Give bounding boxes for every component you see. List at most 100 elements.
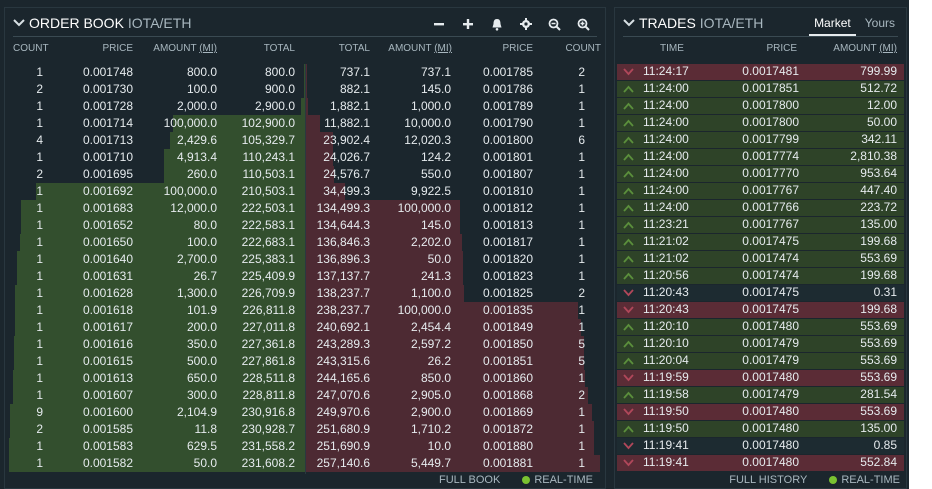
ask-total: 882.1 bbox=[339, 82, 370, 96]
col-trade-amount-label: AMOUNT bbox=[833, 43, 877, 54]
col-ask-total[interactable]: TOTAL bbox=[330, 43, 370, 54]
trade-row[interactable]: 11:20:10 0.0017479 553.69 bbox=[617, 336, 904, 352]
trade-row[interactable]: 11:19:50 0.0017480 553.69 bbox=[617, 404, 904, 420]
col-trade-amount-unit[interactable]: (MI) bbox=[879, 43, 897, 54]
bid-amount: 100,000.0 bbox=[163, 184, 217, 198]
trade-amount: 2,810.38 bbox=[850, 149, 897, 163]
trades-title[interactable]: TRADES IOTA/ETH bbox=[622, 15, 763, 31]
plus-icon[interactable] bbox=[458, 15, 477, 33]
ask-amount: 2,202.0 bbox=[410, 235, 451, 249]
trade-amount: 342.11 bbox=[861, 132, 897, 146]
trade-row[interactable]: 11:19:59 0.0017480 553.69 bbox=[617, 370, 904, 386]
col-count[interactable]: COUNT bbox=[13, 43, 49, 54]
bid-amount: 11.8 bbox=[194, 422, 217, 436]
trade-row[interactable]: 11:21:02 0.0017474 553.69 bbox=[617, 251, 904, 267]
chevron-up-icon bbox=[623, 204, 634, 212]
gear-icon[interactable] bbox=[516, 15, 535, 33]
zoom-out-icon[interactable] bbox=[545, 15, 564, 33]
col-price[interactable]: PRICE bbox=[95, 43, 133, 54]
ask-price: 0.001881 bbox=[482, 456, 533, 470]
chevron-down-icon[interactable] bbox=[12, 16, 26, 30]
bid-price: 0.001616 bbox=[82, 337, 133, 351]
col-ask-count[interactable]: COUNT bbox=[565, 43, 601, 54]
minus-icon[interactable] bbox=[429, 15, 448, 33]
trade-row[interactable]: 11:20:43 0.0017475 199.68 bbox=[617, 302, 904, 318]
order-book-header: ORDER BOOK IOTA/ETH bbox=[5, 8, 605, 38]
trade-price: 0.0017767 bbox=[742, 183, 799, 197]
chevron-up-icon bbox=[623, 85, 634, 93]
chevron-up-icon bbox=[623, 238, 634, 246]
ask-price: 0.001807 bbox=[482, 167, 533, 181]
ask-count: 1 bbox=[578, 167, 585, 181]
ask-amount: 2,900.0 bbox=[410, 405, 451, 419]
col-trade-price[interactable]: PRICE bbox=[745, 43, 797, 54]
trade-row[interactable]: 11:24:00 0.0017800 12.00 bbox=[617, 98, 904, 114]
col-amount[interactable]: AMOUNT (MI) bbox=[145, 43, 217, 54]
col-trade-amount[interactable]: AMOUNT (MI) bbox=[815, 43, 897, 54]
trades-title-text: TRADES bbox=[639, 15, 696, 31]
ask-total: 11,882.1 bbox=[324, 116, 370, 130]
trade-row[interactable]: 11:23:21 0.0017767 135.00 bbox=[617, 217, 904, 233]
full-book-link[interactable]: FULL BOOK bbox=[439, 474, 500, 486]
trade-row[interactable]: 11:20:04 0.0017479 553.69 bbox=[617, 353, 904, 369]
trade-row[interactable]: 11:24:00 0.0017799 342.11 bbox=[617, 132, 904, 148]
chevron-down-icon bbox=[623, 374, 634, 382]
trade-row[interactable]: 11:19:41 0.0017480 552.84 bbox=[617, 455, 904, 471]
trade-price: 0.0017480 bbox=[742, 404, 799, 418]
trade-price: 0.0017475 bbox=[742, 234, 799, 248]
bid-amount: 2,104.9 bbox=[176, 405, 217, 419]
trade-price: 0.0017851 bbox=[742, 81, 799, 95]
ask-count: 2 bbox=[578, 388, 585, 402]
trade-row[interactable]: 11:24:17 0.0017481 799.99 bbox=[617, 64, 904, 80]
trade-row[interactable]: 11:24:00 0.0017800 50.00 bbox=[617, 115, 904, 131]
trade-row[interactable]: 11:24:00 0.0017766 223.72 bbox=[617, 200, 904, 216]
chevron-up-icon bbox=[623, 255, 634, 263]
trade-time: 11:20:10 bbox=[643, 336, 689, 350]
tab-market[interactable]: Market bbox=[809, 14, 856, 36]
zoom-in-icon[interactable] bbox=[574, 15, 593, 33]
trade-row[interactable]: 11:24:00 0.0017851 512.72 bbox=[617, 81, 904, 97]
ask-total: 24,026.7 bbox=[323, 150, 370, 164]
col-ask-amount[interactable]: AMOUNT (MI) bbox=[380, 43, 452, 54]
trade-row[interactable]: 11:24:00 0.0017767 447.40 bbox=[617, 183, 904, 199]
ask-price: 0.001817 bbox=[482, 235, 533, 249]
bid-price: 0.001748 bbox=[82, 65, 133, 79]
bell-icon[interactable] bbox=[487, 15, 506, 33]
trade-row[interactable]: 11:24:00 0.0017770 953.64 bbox=[617, 166, 904, 182]
ask-count: 1 bbox=[578, 371, 585, 385]
ask-total: 243,315.6 bbox=[316, 354, 370, 368]
tab-yours[interactable]: Yours bbox=[860, 14, 900, 36]
ask-price: 0.001810 bbox=[482, 184, 533, 198]
trade-row[interactable]: 11:20:10 0.0017480 553.69 bbox=[617, 319, 904, 335]
ask-count: 1 bbox=[578, 422, 585, 436]
bid-price: 0.001713 bbox=[82, 133, 133, 147]
ask-count: 1 bbox=[578, 99, 585, 113]
full-history-link[interactable]: FULL HISTORY bbox=[729, 474, 807, 486]
order-book-panel: ORDER BOOK IOTA/ETH COUNT PRICE AMOUNT (… bbox=[4, 7, 606, 489]
ask-total: 243,289.3 bbox=[316, 337, 370, 351]
trade-row[interactable]: 11:21:02 0.0017475 199.68 bbox=[617, 234, 904, 250]
col-amount-unit[interactable]: (MI) bbox=[199, 43, 217, 54]
trade-row[interactable]: 11:19:50 0.0017480 135.00 bbox=[617, 421, 904, 437]
ask-price: 0.001813 bbox=[482, 218, 533, 232]
realtime-toggle[interactable]: REAL-TIME bbox=[841, 474, 900, 486]
ask-price: 0.001820 bbox=[482, 252, 533, 266]
col-ask-price[interactable]: PRICE bbox=[495, 43, 533, 54]
col-total[interactable]: TOTAL bbox=[255, 43, 295, 54]
trade-row[interactable]: 11:19:41 0.0017480 0.85 bbox=[617, 438, 904, 454]
ask-amount: 145.0 bbox=[420, 218, 451, 232]
trade-row[interactable]: 11:20:43 0.0017475 0.31 bbox=[617, 285, 904, 301]
col-ask-amount-unit[interactable]: (MI) bbox=[434, 43, 452, 54]
ask-total: 247,070.6 bbox=[316, 388, 370, 402]
chevron-down-icon[interactable] bbox=[622, 16, 636, 30]
bid-count: 1 bbox=[36, 201, 43, 215]
ask-amount: 737.1 bbox=[420, 65, 451, 79]
ask-amount: 850.0 bbox=[420, 371, 451, 385]
realtime-toggle[interactable]: REAL-TIME bbox=[534, 474, 593, 486]
trade-row[interactable]: 11:19:58 0.0017479 281.54 bbox=[617, 387, 904, 403]
trade-row[interactable]: 11:20:56 0.0017474 199.68 bbox=[617, 268, 904, 284]
col-time[interactable]: TIME bbox=[657, 43, 687, 54]
trade-row[interactable]: 11:24:00 0.0017774 2,810.38 bbox=[617, 149, 904, 165]
bid-price: 0.001652 bbox=[82, 218, 133, 232]
order-book-title[interactable]: ORDER BOOK IOTA/ETH bbox=[12, 15, 191, 31]
